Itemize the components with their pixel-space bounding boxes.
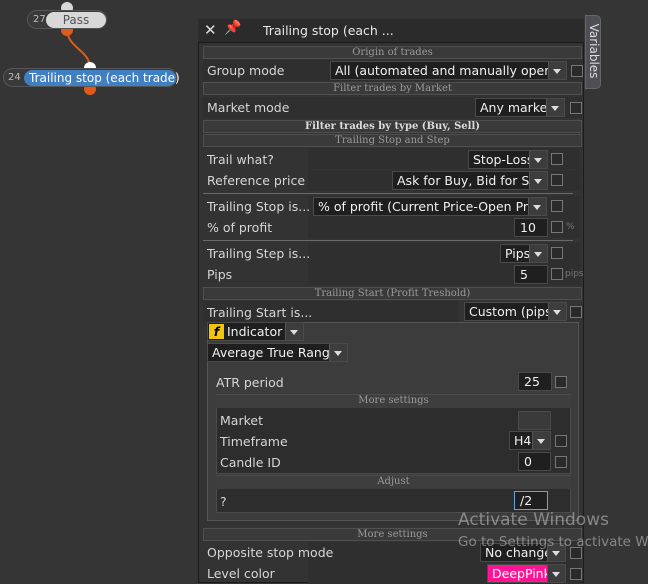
section-trailing-start: Trailing Start (Profit Treshold): [203, 287, 582, 300]
chevron-down-icon: [528, 198, 546, 215]
chevron-down-icon: [548, 62, 566, 79]
atr-period-checkbox[interactable]: [555, 376, 567, 388]
pips-label: Pips: [207, 267, 233, 282]
market-mode-dropdown[interactable]: Any market: [475, 98, 565, 117]
market-mode-checkbox[interactable]: [570, 102, 582, 114]
trailing-step-is-dropdown[interactable]: Pips: [500, 244, 548, 263]
pct-profit-input[interactable]: 10: [514, 218, 548, 237]
trailing-start-is-checkbox[interactable]: [570, 306, 582, 318]
chevron-down-icon: [532, 432, 550, 449]
timeframe-label: Timeframe: [220, 434, 288, 449]
chevron-down-icon: [329, 344, 347, 361]
pct-profit-checkbox[interactable]: [551, 221, 563, 233]
section-filter-type: Filter trades by type (Buy, Sell): [203, 120, 582, 133]
node-label: Pass: [46, 12, 106, 28]
panel-title: Trailing stop (each ...: [263, 23, 394, 38]
candle-id-input[interactable]: 0: [518, 452, 551, 471]
chevron-down-icon: [529, 151, 547, 168]
adjust-input[interactable]: /2: [514, 491, 548, 510]
section-more-settings-indicator: More settings: [216, 395, 571, 408]
atr-period-label: ATR period: [216, 375, 284, 390]
trailing-stop-is-dropdown[interactable]: % of profit (Current Price-Open Price): [313, 197, 547, 216]
group-mode-label: Group mode: [207, 63, 285, 78]
level-color-dropdown[interactable]: DeepPink: [487, 564, 566, 583]
opposite-stop-mode-label: Opposite stop mode: [207, 545, 334, 560]
section-origin: Origin of trades: [203, 46, 582, 59]
candle-id-checkbox[interactable]: [555, 456, 567, 468]
trail-what-label: Trail what?: [207, 152, 274, 167]
trail-what-dropdown[interactable]: Stop-Loss: [468, 150, 548, 169]
level-color-checkbox[interactable]: [570, 568, 582, 580]
pct-profit-unit: %: [566, 222, 575, 232]
panel-titlebar[interactable]: ✕ 📌 Trailing stop (each ...: [198, 19, 584, 43]
timeframe-dropdown[interactable]: H4: [509, 431, 551, 450]
reference-price-checkbox[interactable]: [551, 174, 563, 186]
chevron-down-icon: [548, 303, 566, 320]
chevron-down-icon: [529, 245, 547, 262]
reference-price-label: Reference price: [207, 173, 306, 188]
divider: [203, 240, 573, 241]
market-label: Market: [220, 413, 263, 428]
trail-what-checkbox[interactable]: [551, 153, 563, 165]
chevron-down-icon: [546, 99, 564, 116]
source-type-dropdown[interactable]: f Indicator: [207, 322, 304, 341]
graph-node-trailing-stop[interactable]: 24 Trailing stop (each trade): [3, 68, 180, 87]
trailing-stop-is-checkbox[interactable]: [551, 200, 563, 212]
section-trailing-stop-step: Trailing Stop and Step: [203, 134, 582, 147]
group-mode-dropdown[interactable]: All (automated and manually opened): [330, 61, 567, 80]
trailing-stop-is-label: Trailing Stop is...: [207, 199, 311, 214]
function-icon: f: [209, 324, 224, 339]
level-color-label: Level color: [207, 566, 275, 581]
timeframe-checkbox[interactable]: [555, 435, 567, 447]
reference-price-dropdown[interactable]: Ask for Buy, Bid for Sell: [392, 171, 548, 190]
graph-node-pass[interactable]: 27 Pass: [27, 10, 107, 29]
market-input[interactable]: [518, 411, 551, 430]
chevron-down-icon: [547, 565, 565, 582]
trailing-step-is-label: Trailing Step is...: [207, 246, 311, 261]
pips-unit: pips: [565, 269, 584, 279]
trailing-start-is-label: Trailing Start is...: [207, 305, 313, 320]
node-number: 27: [33, 14, 46, 25]
divider: [203, 193, 573, 194]
trailing-step-is-checkbox[interactable]: [551, 247, 563, 259]
section-filter-market: Filter trades by Market: [203, 82, 582, 95]
atr-period-input[interactable]: 25: [518, 372, 552, 391]
variables-tab[interactable]: Variables: [585, 15, 601, 89]
trailing-start-is-dropdown[interactable]: Custom (pips): [464, 302, 567, 321]
pin-icon[interactable]: 📌: [224, 20, 241, 36]
pips-input[interactable]: 5: [514, 265, 548, 284]
section-adjust: Adjust: [216, 476, 571, 489]
node-number: 24: [8, 72, 21, 83]
candle-id-label: Candle ID: [220, 455, 281, 470]
indicator-dropdown[interactable]: Average True Range: [207, 343, 348, 362]
pct-profit-label: % of profit: [207, 220, 273, 235]
market-mode-label: Market mode: [207, 100, 290, 115]
group-mode-checkbox[interactable]: [571, 65, 583, 77]
close-icon[interactable]: ✕: [204, 21, 217, 39]
chevron-down-icon: [285, 323, 303, 340]
activation-watermark-subtitle: Go to Settings to activate Wi: [458, 534, 648, 550]
adjust-label: ?: [220, 494, 227, 509]
node-label: Trailing stop (each trade): [24, 70, 180, 86]
pips-checkbox[interactable]: [551, 268, 563, 280]
chevron-down-icon: [529, 172, 547, 189]
activation-watermark-title: Activate Windows: [458, 510, 609, 530]
